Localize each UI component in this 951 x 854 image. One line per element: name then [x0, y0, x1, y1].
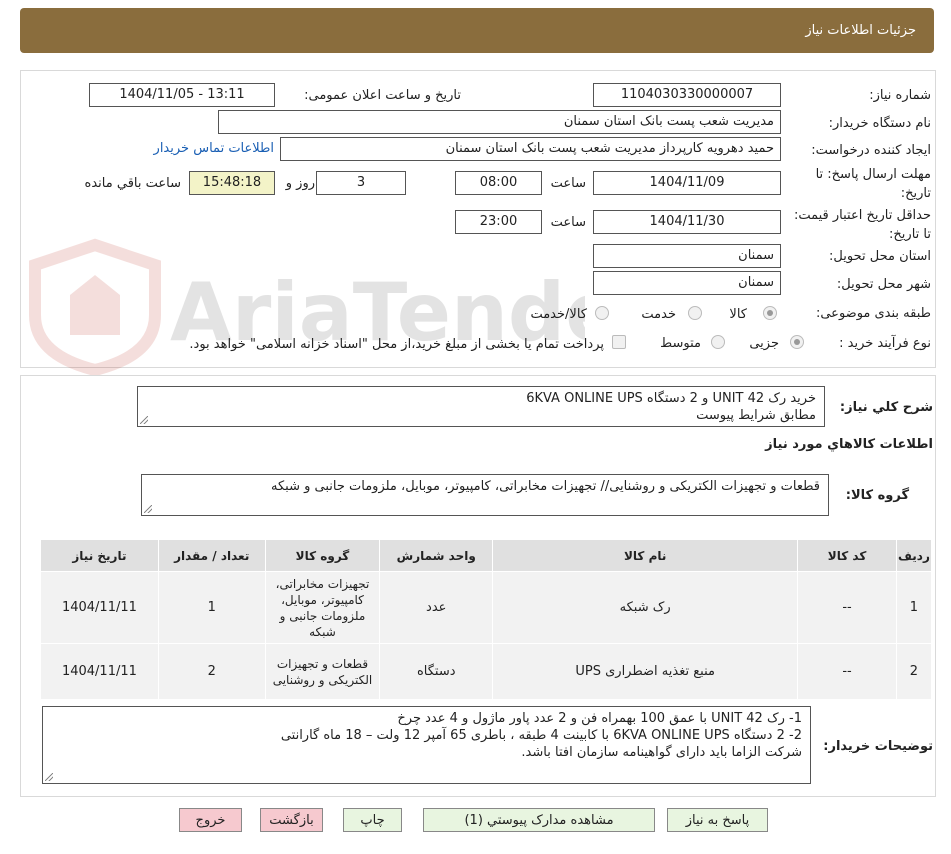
- category-option-service: خدمت: [641, 307, 676, 322]
- table-cell: 1404/11/11: [40, 571, 159, 644]
- back-button[interactable]: بازگشت: [260, 808, 323, 832]
- notes-line-3: شرکت الزاما باید دارای گواهینامه سازمان …: [521, 745, 802, 760]
- table-cell: --: [797, 571, 897, 644]
- requester-field: حمید دهرویه کارپرداز مدیریت شعب پست بانک…: [280, 137, 781, 161]
- category-label: طبقه بندی موضوعی:: [815, 306, 931, 321]
- summary-label: شرح کلي نياز:: [839, 400, 933, 415]
- respond-button[interactable]: پاسخ به نیاز: [667, 808, 768, 832]
- table-cell: عدد: [379, 571, 494, 644]
- buyer-org-field: مدیریت شعب پست بانک استان سمنان: [218, 110, 781, 134]
- col-item-group: گروه کالا: [264, 539, 381, 572]
- category-option-goods-service: کالا/خدمت: [530, 307, 587, 322]
- process-radio-medium[interactable]: [711, 335, 725, 349]
- table-cell: 1: [895, 571, 933, 644]
- need-number-label: شماره نیاز:: [869, 88, 931, 103]
- col-row-number: رديف: [895, 539, 933, 572]
- table-cell: منبع تغذیه اضطراری UPS: [492, 643, 799, 700]
- buyer-org-label: نام دستگاه خریدار:: [828, 116, 931, 131]
- summary-line-1: خرید رک UNIT 42 و 2 دستگاه 6KVA ONLINE U…: [526, 391, 816, 406]
- deadline-time-label: ساعت: [550, 176, 586, 191]
- requester-label: ایجاد کننده درخواست:: [811, 143, 931, 158]
- summary-line-2: مطابق شرایط پیوست: [696, 408, 816, 423]
- col-unit: واحد شمارش: [379, 539, 494, 572]
- table-cell: 2: [157, 643, 266, 700]
- deadline-date-field: 1404/11/09: [593, 171, 781, 195]
- city-field: سمنان: [593, 271, 781, 295]
- buyer-contact-link[interactable]: اطلاعات تماس خریدار: [154, 141, 274, 157]
- table-cell: 2: [895, 643, 933, 700]
- col-item-name: نام کالا: [492, 539, 799, 572]
- table-cell: --: [797, 643, 897, 700]
- summary-textarea: خرید رک UNIT 42 و 2 دستگاه 6KVA ONLINE U…: [137, 386, 825, 427]
- category-radio-goods[interactable]: [763, 306, 777, 320]
- category-radio-goods-service[interactable]: [595, 306, 609, 320]
- table-cell: تجهیزات مخابراتی، کامپیوتر، موبایل، ملزو…: [264, 571, 381, 644]
- province-label: استان محل تحویل:: [829, 249, 931, 264]
- col-quantity: تعداد / مقدار: [157, 539, 266, 572]
- goods-group-label: گروه کالا:: [845, 488, 909, 503]
- resize-handle[interactable]: [144, 505, 152, 513]
- deadline-time-field: 08:00: [455, 171, 542, 195]
- table-cell: رک شبکه: [492, 571, 799, 644]
- deadline-label: مهلت ارسال پاسخ: تا تاریخ:: [815, 167, 931, 201]
- resize-handle[interactable]: [140, 416, 148, 424]
- process-option-minor: جزیی: [749, 336, 779, 351]
- table-cell: قطعات و تجهیزات الکتریکی و روشنایی: [264, 643, 381, 700]
- process-option-medium: متوسط: [660, 336, 701, 351]
- days-field: 3: [316, 171, 406, 195]
- category-option-goods: کالا: [729, 307, 747, 322]
- treasury-payment-checkbox[interactable]: [612, 335, 626, 349]
- page-header: جزئیات اطلاعات نیاز: [20, 8, 934, 53]
- print-button[interactable]: چاپ: [343, 808, 402, 832]
- category-radio-service[interactable]: [688, 306, 702, 320]
- buyer-notes-label: توضیحات خریدار:: [823, 739, 933, 754]
- goods-group-textarea: قطعات و تجهیزات الکتریکی و روشنایی// تجه…: [141, 474, 829, 516]
- payment-note: پرداخت تمام یا بخشی از مبلغ خرید،از محل …: [189, 337, 604, 352]
- validity-date-field: 1404/11/30: [593, 210, 781, 234]
- view-attachments-button[interactable]: مشاهده مدارک پیوستي (1): [423, 808, 655, 832]
- items-table: رديف کد کالا نام کالا واحد شمارش گروه کا…: [40, 539, 933, 700]
- remaining-time-label: ساعت باقي مانده: [84, 176, 181, 191]
- city-label: شهر محل تحویل:: [836, 277, 931, 292]
- resize-handle[interactable]: [45, 773, 53, 781]
- buyer-notes-textarea: 1- رک UNIT 42 با عمق 100 بهمراه فن و 2 ع…: [42, 706, 811, 784]
- announce-field: 1404/11/05 - 13:11: [89, 83, 275, 107]
- validity-time-field: 23:00: [455, 210, 542, 234]
- exit-button[interactable]: خروج: [179, 808, 242, 832]
- table-header-row: رديف کد کالا نام کالا واحد شمارش گروه کا…: [40, 539, 933, 572]
- province-field: سمنان: [593, 244, 781, 268]
- watermark-logo: AriaTender.neT: [29, 238, 585, 375]
- announce-label: تاریخ و ساعت اعلان عمومی:: [304, 88, 461, 103]
- notes-line-2: 2- 2 دستگاه 6KVA ONLINE UPS با کابینت 4 …: [280, 728, 802, 743]
- table-cell: 1404/11/11: [40, 643, 159, 700]
- table-cell: 1: [157, 571, 266, 644]
- process-radio-minor[interactable]: [790, 335, 804, 349]
- table-cell: دستگاه: [379, 643, 494, 700]
- validity-time-label: ساعت: [550, 215, 586, 230]
- goods-group-value: قطعات و تجهیزات الکتریکی و روشنایی// تجه…: [271, 479, 820, 494]
- col-need-date: تاریخ نیاز: [40, 539, 159, 572]
- remaining-time-field: 15:48:18: [189, 171, 275, 195]
- days-label: روز و: [285, 176, 315, 191]
- table-row: 2 -- منبع تغذیه اضطراری UPS دستگاه قطعات…: [40, 643, 933, 700]
- need-number-field: 1104030330000007: [593, 83, 781, 107]
- page-title: جزئیات اطلاعات نیاز: [805, 23, 916, 38]
- table-row: 1 -- رک شبکه عدد تجهیزات مخابراتی، کامپی…: [40, 571, 933, 644]
- process-label: نوع فرآیند خرید :: [839, 336, 931, 351]
- notes-line-1: 1- رک UNIT 42 با عمق 100 بهمراه فن و 2 ع…: [397, 711, 802, 726]
- col-item-code: کد کالا: [797, 539, 897, 572]
- validity-label: حداقل تاریخ اعتبار قیمت: تا تاریخ:: [793, 208, 931, 242]
- goods-section-title: اطلاعات کالاهاي مورد نياز: [765, 437, 933, 452]
